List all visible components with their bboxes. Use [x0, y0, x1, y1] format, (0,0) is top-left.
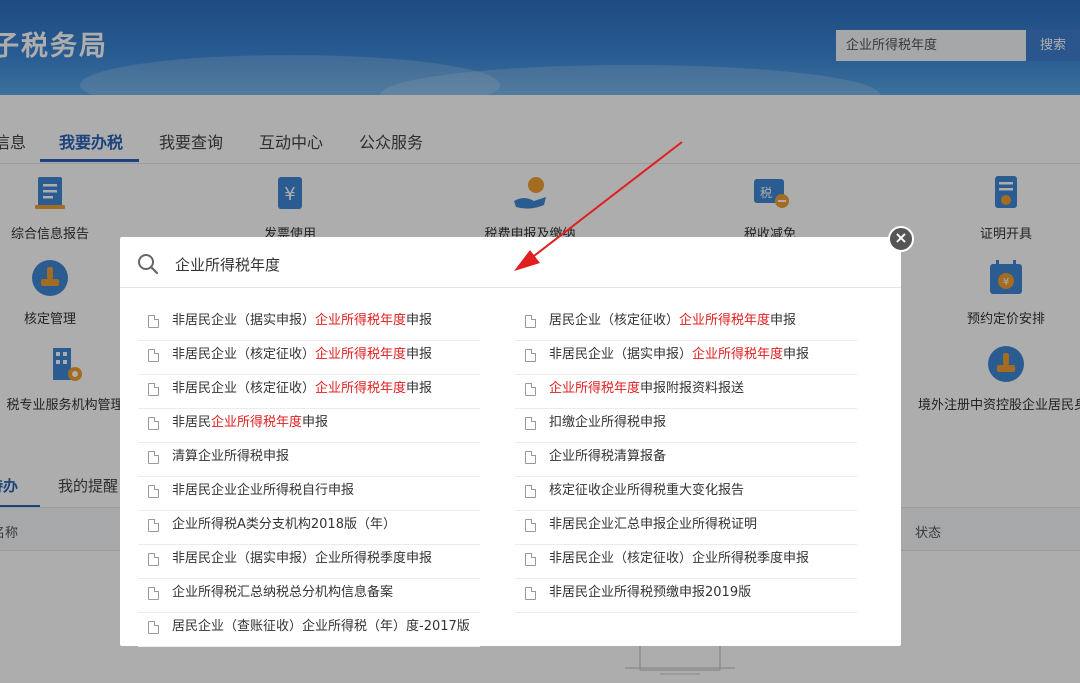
- result-item[interactable]: 居民企业（查账征收）企业所得税（年）度-2017版: [138, 613, 480, 647]
- document-icon: [148, 621, 159, 634]
- result-text-hl: 企业所得税年度: [315, 313, 407, 328]
- document-icon: [148, 383, 159, 396]
- result-text-post: 申报: [406, 313, 433, 328]
- result-text: 非居民企业（核定征收）企业所得税年度申报: [172, 375, 432, 403]
- document-icon: [525, 383, 536, 396]
- result-item[interactable]: 非居民企业（据实申报）企业所得税年度申报: [138, 307, 480, 341]
- document-icon: [148, 587, 159, 600]
- result-text-pre: 扣缴企业所得税申报: [549, 415, 667, 430]
- result-text-pre: 非居民企业所得税预缴申报2019版: [549, 585, 752, 600]
- result-item[interactable]: 核定征收企业所得税重大变化报告: [515, 477, 857, 511]
- result-item[interactable]: 非居民企业企业所得税自行申报: [138, 477, 480, 511]
- modal-search-bar[interactable]: 企业所得税年度: [120, 237, 901, 288]
- result-item[interactable]: 非居民企业所得税年度申报: [138, 409, 480, 443]
- result-text: 非居民企业（据实申报）企业所得税年度申报: [172, 307, 432, 335]
- result-text-pre: 居民企业（查账征收）企业所得税（年）度-2017版: [172, 619, 470, 634]
- result-text-post: 申报: [770, 313, 797, 328]
- document-icon: [148, 485, 159, 498]
- result-text: 非居民企业（核定征收）企业所得税年度申报: [172, 341, 432, 369]
- result-text-pre: 非居民企业企业所得税自行申报: [172, 483, 355, 498]
- result-text: 核定征收企业所得税重大变化报告: [549, 477, 744, 505]
- result-text-post: 申报: [302, 415, 329, 430]
- document-icon: [525, 451, 536, 464]
- document-icon: [148, 519, 159, 532]
- document-icon: [148, 451, 159, 464]
- result-text-post: 申报: [406, 347, 433, 362]
- modal-close-button[interactable]: ×: [888, 226, 914, 252]
- result-item[interactable]: 非居民企业（核定征收）企业所得税年度申报: [138, 375, 480, 409]
- result-text: 非居民企业（核定征收）企业所得税季度申报: [549, 545, 809, 573]
- result-item[interactable]: 非居民企业（据实申报）企业所得税季度申报: [138, 545, 480, 579]
- close-icon: ×: [894, 228, 908, 247]
- results-right-column: 居民企业（核定征收）企业所得税年度申报 非居民企业（据实申报）企业所得税年度申报企…: [515, 307, 857, 613]
- document-icon: [525, 587, 536, 600]
- result-text: 非居民企业汇总申报企业所得税证明: [549, 511, 757, 539]
- result-text-pre: 非居民企业（据实申报）: [549, 347, 693, 362]
- result-text: 企业所得税年度申报附报资料报送: [549, 375, 744, 403]
- result-text-post: 申报: [783, 347, 810, 362]
- result-text-pre: 非居民企业（据实申报）: [172, 313, 316, 328]
- result-text-pre: 居民企业（核定征收）: [549, 313, 680, 328]
- document-icon: [525, 315, 536, 328]
- result-text: 非居民企业所得税年度申报: [172, 409, 328, 437]
- document-icon: [525, 349, 536, 362]
- document-icon: [525, 519, 536, 532]
- result-text-pre: 非居民: [172, 415, 212, 430]
- result-text-pre: 企业所得税汇总纳税总分机构信息备案: [172, 585, 394, 600]
- result-item[interactable]: 居民企业（核定征收）企业所得税年度申报: [515, 307, 857, 341]
- document-icon: [525, 417, 536, 430]
- result-text-pre: 非居民企业（核定征收）: [172, 347, 316, 362]
- result-text-pre: 核定征收企业所得税重大变化报告: [549, 483, 745, 498]
- result-text-hl: 企业所得税年度: [549, 381, 641, 396]
- result-text-hl: 企业所得税年度: [315, 381, 407, 396]
- result-text: 企业所得税清算报备: [549, 443, 666, 471]
- search-icon: [138, 254, 159, 275]
- result-item[interactable]: 企业所得税A类分支机构2018版（年）: [138, 511, 480, 545]
- result-text: 非居民企业企业所得税自行申报: [172, 477, 354, 505]
- document-icon: [148, 315, 159, 328]
- modal-search-query[interactable]: 企业所得税年度: [175, 254, 280, 275]
- result-text-pre: 非居民企业（核定征收）企业所得税季度申报: [549, 551, 810, 566]
- result-text: 非居民企业（据实申报）企业所得税年度申报: [549, 341, 809, 369]
- result-item[interactable]: 非居民企业（核定征收）企业所得税季度申报: [515, 545, 857, 579]
- result-text-pre: 企业所得税A类分支机构2018版（年）: [172, 517, 396, 532]
- result-text-hl: 企业所得税年度: [315, 347, 407, 362]
- result-item[interactable]: 企业所得税年度申报附报资料报送: [515, 375, 857, 409]
- result-text-post: 申报: [406, 381, 433, 396]
- result-text-pre: 非居民企业汇总申报企业所得税证明: [549, 517, 758, 532]
- document-icon: [525, 485, 536, 498]
- search-results-modal: 企业所得税年度 非居民企业（据实申报）企业所得税年度申报 非居民企业（核定征收）企…: [120, 237, 901, 647]
- results-left-column: 非居民企业（据实申报）企业所得税年度申报 非居民企业（核定征收）企业所得税年度申报…: [138, 307, 480, 647]
- result-item[interactable]: 非居民企业汇总申报企业所得税证明: [515, 511, 857, 545]
- result-text: 居民企业（核定征收）企业所得税年度申报: [549, 307, 796, 335]
- result-text: 非居民企业（据实申报）企业所得税季度申报: [172, 545, 432, 573]
- result-text: 居民企业（查账征收）企业所得税（年）度-2017版: [172, 613, 470, 641]
- result-item[interactable]: 企业所得税汇总纳税总分机构信息备案: [138, 579, 480, 613]
- result-item[interactable]: 扣缴企业所得税申报: [515, 409, 857, 443]
- result-text-hl: 企业所得税年度: [679, 313, 771, 328]
- result-text: 扣缴企业所得税申报: [549, 409, 666, 437]
- result-text: 企业所得税A类分支机构2018版（年）: [172, 511, 396, 539]
- result-text-post: 申报附报资料报送: [640, 381, 745, 396]
- document-icon: [148, 417, 159, 430]
- document-icon: [148, 553, 159, 566]
- result-text-hl: 企业所得税年度: [211, 415, 303, 430]
- result-text-pre: 清算企业所得税申报: [172, 449, 290, 464]
- result-text-hl: 企业所得税年度: [692, 347, 784, 362]
- result-text-pre: 企业所得税清算报备: [549, 449, 667, 464]
- result-item[interactable]: 企业所得税清算报备: [515, 443, 857, 477]
- result-item[interactable]: 非居民企业（核定征收）企业所得税年度申报: [138, 341, 480, 375]
- document-icon: [148, 349, 159, 362]
- result-text: 非居民企业所得税预缴申报2019版: [549, 579, 751, 607]
- result-text: 企业所得税汇总纳税总分机构信息备案: [172, 579, 393, 607]
- result-text-pre: 非居民企业（核定征收）: [172, 381, 316, 396]
- result-item[interactable]: 非居民企业所得税预缴申报2019版: [515, 579, 857, 613]
- document-icon: [525, 553, 536, 566]
- result-text: 清算企业所得税申报: [172, 443, 289, 471]
- result-text-pre: 非居民企业（据实申报）企业所得税季度申报: [172, 551, 433, 566]
- result-item[interactable]: 清算企业所得税申报: [138, 443, 480, 477]
- result-item[interactable]: 非居民企业（据实申报）企业所得税年度申报: [515, 341, 857, 375]
